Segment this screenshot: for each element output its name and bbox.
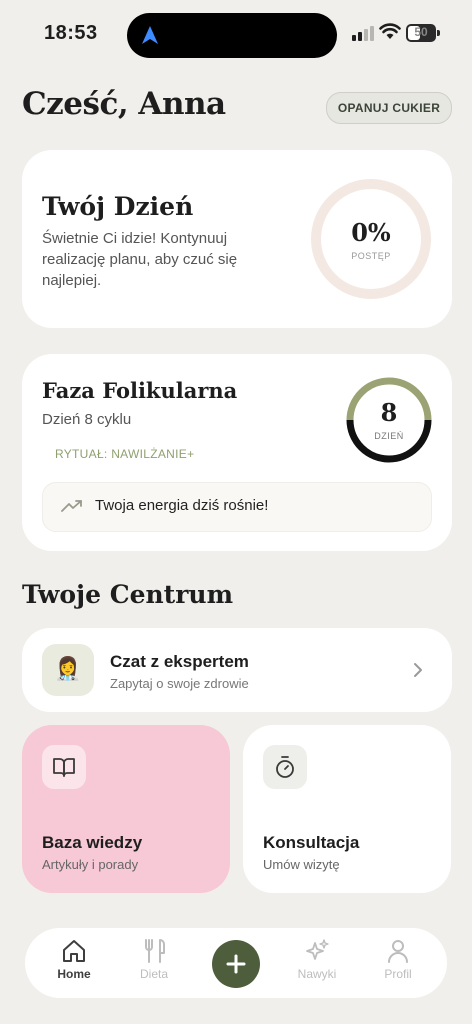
energy-message: Twoja energia dziś rośnie! xyxy=(95,497,269,514)
sparkles-icon xyxy=(306,939,329,960)
cycle-day-number: 8 xyxy=(380,398,398,427)
status-time: 18:53 xyxy=(44,22,98,44)
energy-banner: Twoja energia dziś rośnie! xyxy=(42,482,432,532)
nav-item-profile[interactable]: Profil xyxy=(368,938,428,981)
nav-item-home[interactable]: Home xyxy=(44,938,104,981)
cycle-day-label: DZIEŃ xyxy=(374,431,404,441)
user-icon xyxy=(388,940,408,963)
add-button[interactable] xyxy=(212,940,260,988)
plus-icon xyxy=(226,954,246,974)
day-card-description: Świetnie Ci idzie! Kontynuuj realizację … xyxy=(42,230,238,289)
nav-item-habits[interactable]: Nawyki xyxy=(287,938,347,981)
nav-label-home: Home xyxy=(57,967,91,981)
sugar-control-button[interactable]: OPANUJ CUKIER xyxy=(326,92,452,124)
consultation-tile[interactable]: Konsultacja Umów wizytę xyxy=(243,725,451,893)
trending-up-icon xyxy=(61,500,82,512)
knowledge-base-subtitle: Artykuły i porady xyxy=(42,857,139,872)
nav-label-diet: Dieta xyxy=(139,967,168,981)
phase-title: Faza Folikularna xyxy=(42,378,238,403)
home-icon xyxy=(63,940,85,962)
dynamic-island xyxy=(127,13,337,58)
greeting-title: Cześć, Anna xyxy=(22,86,226,122)
chat-subtitle: Zapytaj o swoje zdrowie xyxy=(110,676,249,691)
ritual-label: RYTUAŁ: NAWILŻANIE+ xyxy=(55,447,195,461)
progress-label: POSTĘP xyxy=(351,251,391,261)
cellular-signal-icon xyxy=(352,26,374,41)
battery-level: 50 xyxy=(414,25,428,39)
book-icon xyxy=(53,758,75,777)
bottom-navigation: Home Dieta Nawyki Profil xyxy=(25,928,447,998)
day-summary-card[interactable]: Twój Dzień Świetnie Ci idzie! Kontynuuj … xyxy=(22,150,452,328)
nav-label-profile: Profil xyxy=(384,967,412,981)
doctor-avatar-icon: 👩‍⚕️ xyxy=(42,644,94,696)
progress-value: 0% xyxy=(351,218,391,247)
stopwatch-icon-box xyxy=(263,745,307,789)
consultation-subtitle: Umów wizytę xyxy=(263,857,340,872)
status-bar: 18:53 50 xyxy=(0,0,472,70)
knowledge-base-title: Baza wiedzy xyxy=(42,833,143,852)
stopwatch-icon xyxy=(276,756,294,778)
chat-title: Czat z ekspertem xyxy=(110,652,249,671)
cycle-day-text: Dzień 8 cyklu xyxy=(42,411,132,428)
battery-icon: 50 xyxy=(406,24,440,42)
wifi-icon xyxy=(379,23,401,39)
knowledge-base-tile[interactable]: Baza wiedzy Artykuły i porady xyxy=(22,725,230,893)
nav-item-diet[interactable]: Dieta xyxy=(124,938,184,981)
consultation-title: Konsultacja xyxy=(263,833,360,852)
chevron-right-icon xyxy=(414,663,422,677)
hub-section-title: Twoje Centrum xyxy=(22,580,234,609)
utensils-icon xyxy=(145,939,165,963)
nav-label-habits: Nawyki xyxy=(297,967,337,981)
cycle-phase-card[interactable]: Faza Folikularna Dzień 8 cyklu RYTUAŁ: N… xyxy=(22,354,452,551)
expert-chat-card[interactable]: 👩‍⚕️ Czat z ekspertem Zapytaj o swoje zd… xyxy=(22,628,452,712)
navigation-arrow-icon xyxy=(142,26,158,44)
book-icon-box xyxy=(42,745,86,789)
day-card-title: Twój Dzień xyxy=(42,192,194,221)
